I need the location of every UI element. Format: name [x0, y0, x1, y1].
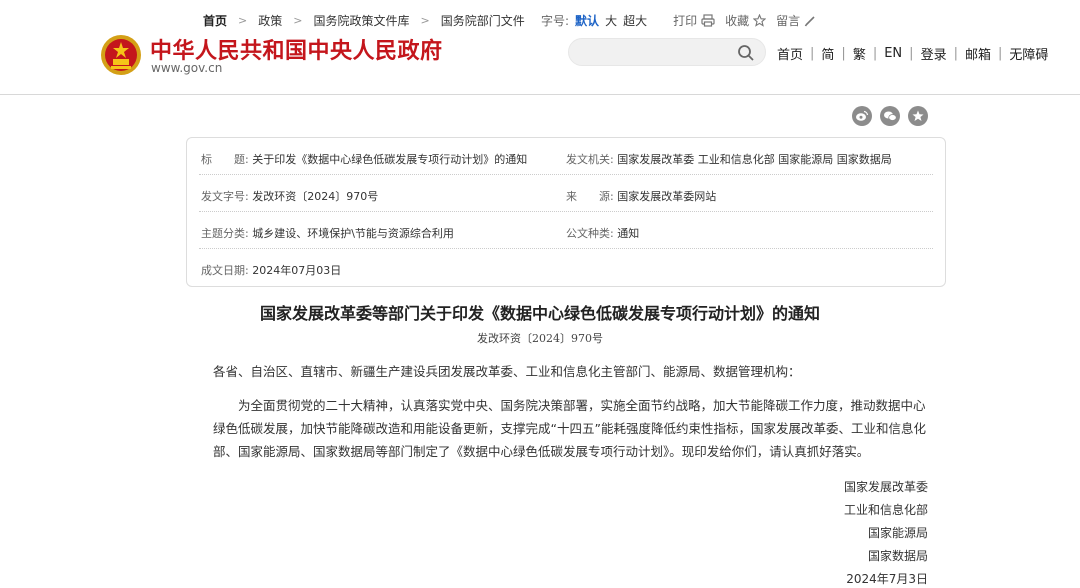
info-source-value: 国家发展改革委网站: [617, 190, 717, 203]
font-size-large[interactable]: 大: [605, 12, 617, 29]
pen-icon: [804, 15, 815, 26]
wechat-share-button[interactable]: [880, 106, 900, 126]
info-row: 主题分类: 城乡建设、环境保护\节能与资源综合利用 公文种类: 通知: [199, 212, 933, 249]
weibo-icon: [856, 110, 869, 121]
nav-mail[interactable]: 邮箱: [965, 44, 991, 63]
nav-separator: |: [953, 46, 958, 61]
info-row: 标 题: 关于印发《数据中心绿色低碳发展专项行动计划》的通知 发文机关: 国家发…: [199, 138, 933, 175]
nav-separator: |: [909, 46, 914, 61]
weibo-share-button[interactable]: [852, 106, 872, 126]
info-row: 发文字号: 发改环资〔2024〕970号 来 源: 国家发展改革委网站: [199, 175, 933, 212]
nav-separator: |: [841, 46, 846, 61]
signature-nda: 国家数据局: [867, 549, 928, 563]
nav-traditional[interactable]: 繁: [853, 44, 866, 63]
info-title-key: 标 题:: [201, 153, 249, 166]
wechat-icon: [884, 111, 897, 121]
comment-label: 留言: [776, 14, 801, 28]
national-emblem-icon[interactable]: [100, 34, 142, 76]
info-docno-value: 发改环资〔2024〕970号: [252, 190, 379, 203]
signature-date: 2024年7月3日: [846, 572, 928, 586]
breadcrumb-policy[interactable]: 政策: [258, 12, 282, 29]
article-title: 国家发展改革委等部门关于印发《数据中心绿色低碳发展专项行动计划》的通知: [259, 304, 820, 323]
breadcrumb: 首页 > 政策 > 国务院政策文件库 > 国务院部门文件: [203, 12, 525, 29]
nav-separator: |: [872, 46, 878, 61]
favorite-star-icon: [912, 110, 924, 121]
search-input[interactable]: [581, 39, 741, 65]
nav-accessibility[interactable]: 无障碍: [1009, 44, 1048, 63]
font-size-xlarge[interactable]: 超大: [623, 12, 647, 29]
info-row: 成文日期: 2024年07月03日: [199, 249, 933, 286]
info-source-key: 来 源:: [566, 190, 614, 203]
nav-separator: |: [997, 46, 1003, 61]
breadcrumb-policy-library[interactable]: 国务院政策文件库: [313, 12, 409, 29]
article-doc-number: 发改环资〔2024〕970号: [477, 332, 603, 345]
info-docno-key: 发文字号:: [201, 190, 249, 203]
print-button[interactable]: 打印: [673, 12, 715, 29]
info-date-value: 2024年07月03日: [252, 264, 342, 277]
info-date-key: 成文日期:: [201, 264, 249, 277]
signature-miit: 工业和信息化部: [843, 503, 928, 517]
breadcrumb-dept-docs[interactable]: 国务院部门文件: [441, 12, 525, 29]
document-info-panel: 标 题: 关于印发《数据中心绿色低碳发展专项行动计划》的通知 发文机关: 国家发…: [186, 137, 946, 287]
info-title-value: 关于印发《数据中心绿色低碳发展专项行动计划》的通知: [252, 153, 528, 166]
favorite-button[interactable]: 收藏: [725, 12, 767, 29]
article-body-paragraph: 为全面贯彻党的二十大精神，认真落实党中央、国务院决策部署，实施全面节约战略，加大…: [213, 398, 926, 459]
info-topic-value: 城乡建设、环境保护\节能与资源综合利用: [252, 227, 454, 240]
info-type-value: 通知: [617, 227, 640, 240]
favorite-share-button[interactable]: [908, 106, 928, 126]
info-issuer-value: 国家发展改革委 工业和信息化部 国家能源局 国家数据局: [617, 153, 892, 166]
star-icon: [753, 14, 767, 27]
font-size-label: 字号:: [541, 14, 570, 28]
article-tools: 字号: 默认 大 超大 打印 收藏 留言: [541, 12, 826, 29]
article-salutation: 各省、自治区、直辖市、新疆生产建设兵团发展改革委、工业和信息化主管部门、能源局、…: [213, 364, 801, 379]
nav-login[interactable]: 登录: [921, 44, 947, 63]
site-header: 中华人民共和国中央人民政府 www.gov.cn 首页 | 简 | 繁 | EN…: [0, 0, 1080, 95]
print-label: 打印: [673, 14, 698, 28]
info-topic-key: 主题分类:: [201, 227, 249, 240]
signature-ndrc: 国家发展改革委: [843, 480, 928, 494]
site-url[interactable]: www.gov.cn: [151, 61, 222, 75]
comment-button[interactable]: 留言: [776, 12, 816, 29]
search-icon[interactable]: [737, 44, 755, 62]
info-type-key: 公文种类:: [566, 227, 614, 240]
chevron-right-icon: >: [238, 14, 248, 27]
signature-nea: 国家能源局: [867, 526, 928, 540]
nav-separator: |: [810, 46, 815, 61]
nav-simplified[interactable]: 简: [821, 44, 834, 63]
search-box: [568, 38, 766, 66]
top-nav: 首页 | 简 | 繁 | EN | 登录 | 邮箱 | 无障碍: [777, 44, 1048, 63]
nav-english[interactable]: EN: [884, 46, 902, 61]
chevron-right-icon: >: [293, 14, 303, 27]
favorite-label: 收藏: [725, 14, 750, 28]
nav-home[interactable]: 首页: [777, 44, 803, 63]
breadcrumb-home[interactable]: 首页: [203, 12, 227, 29]
info-issuer-key: 发文机关:: [566, 153, 614, 166]
chevron-right-icon: >: [420, 14, 430, 27]
print-icon: [701, 14, 715, 27]
font-size-default[interactable]: 默认: [575, 12, 599, 29]
